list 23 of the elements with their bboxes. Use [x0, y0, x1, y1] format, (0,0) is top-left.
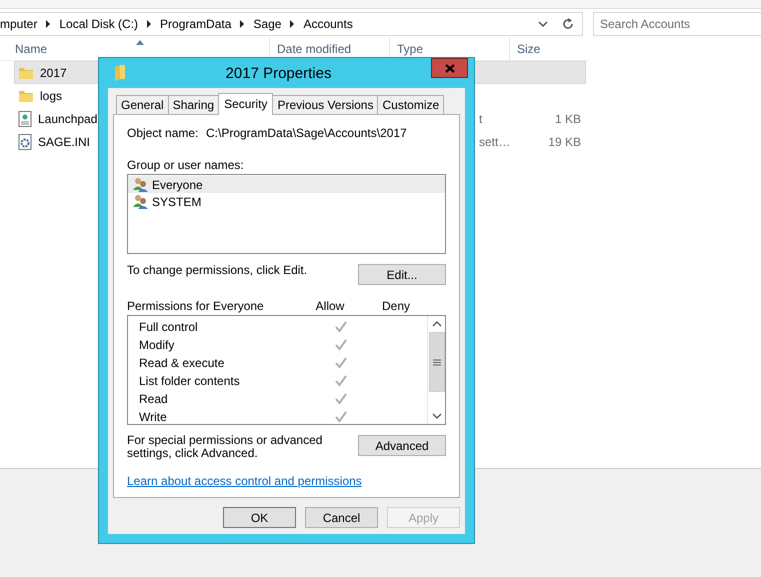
allow-header: Allow: [314, 299, 346, 313]
file-name: SAGE.INI: [38, 134, 90, 148]
file-name: Launchpad: [38, 112, 98, 126]
file-type: sett…: [479, 134, 512, 148]
file-size: 1 KB: [554, 112, 581, 126]
object-name-label: Object name:: [127, 126, 200, 142]
file-name: 2017: [40, 66, 67, 80]
object-name: C:\ProgramData\Sage\Accounts\2017: [206, 126, 407, 142]
deny-header: Deny: [380, 299, 411, 313]
file-name: logs: [40, 88, 62, 102]
change-hint: To change permissions, click Edit.: [127, 263, 308, 277]
permission-name: Full control: [139, 320, 199, 334]
file-type: t: [479, 112, 484, 126]
permission-name: Read & execute: [139, 356, 226, 370]
file-size: 19 KB: [547, 134, 581, 148]
permission-name: List folder contents: [139, 374, 241, 388]
permission-name: Write: [139, 410, 168, 424]
permissions-label: Permissions for Everyone: [127, 299, 265, 313]
groups-label: Group or user names:: [127, 158, 245, 172]
permission-name: Modify: [139, 338, 176, 352]
dialog-title: 2017 Properties: [224, 64, 332, 82]
advanced-hint: For special permissions or advanced settings, click Advanced.: [127, 434, 324, 460]
permission-name: Read: [139, 392, 169, 406]
